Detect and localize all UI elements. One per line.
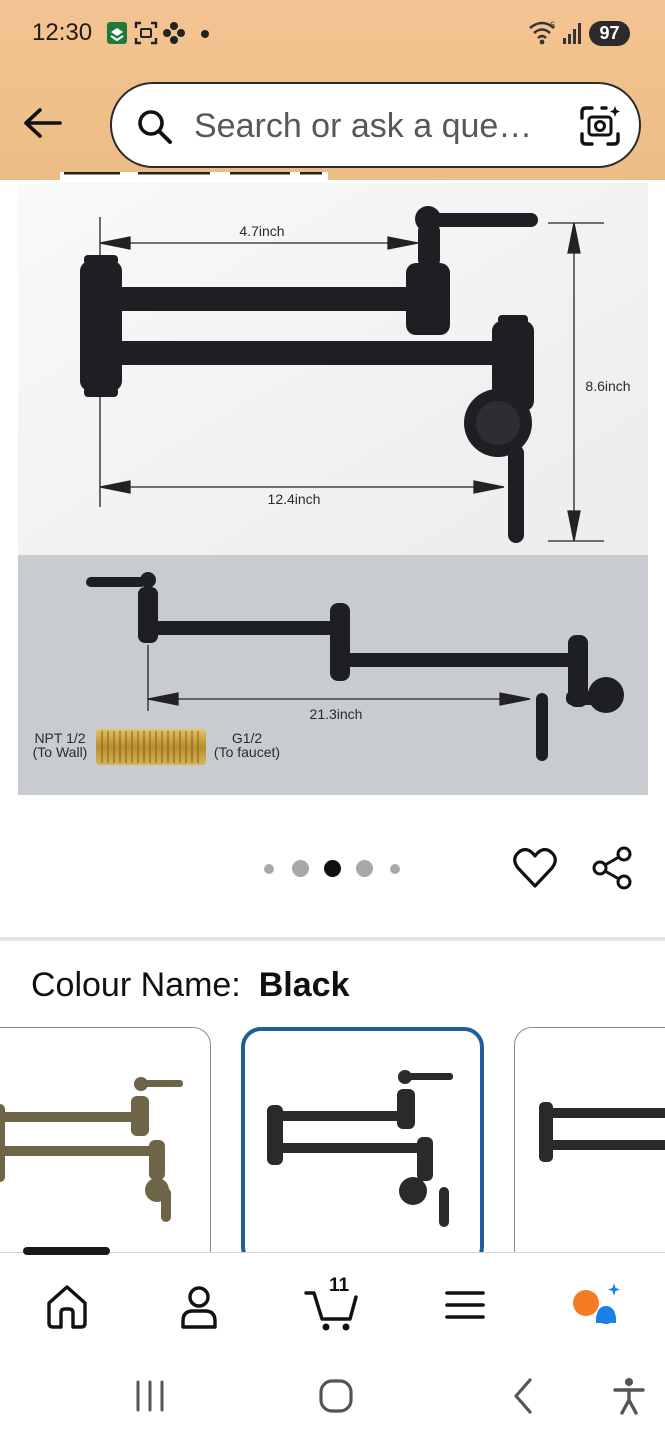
- dim-extended: 21.3inch: [310, 706, 363, 722]
- cart-count-badge: 11: [329, 1275, 350, 1296]
- heart-icon[interactable]: [512, 846, 558, 890]
- colour-value: Black: [258, 966, 350, 1004]
- adapter-left-sub: (To Wall): [33, 744, 88, 760]
- recent-apps-icon[interactable]: [130, 1378, 170, 1414]
- search-placeholder: Search or ask a que…: [194, 107, 533, 145]
- home-icon[interactable]: [37, 1275, 97, 1335]
- image-carousel-dots: [255, 852, 415, 886]
- swatch-image: [0, 1077, 183, 1222]
- battery-indicator: 97: [589, 21, 630, 46]
- carousel-dot-active[interactable]: [324, 860, 341, 877]
- back-icon[interactable]: [508, 1376, 538, 1416]
- colour-swatch-bronze[interactable]: [0, 1027, 211, 1267]
- adapter-right-sub: (To faucet): [214, 744, 280, 760]
- search-input[interactable]: Search or ask a que…: [110, 82, 641, 168]
- colour-name-row: Colour Name: Black: [31, 966, 349, 1005]
- wifi-icon: 6: [529, 20, 555, 45]
- screenshot-icon: [134, 21, 158, 45]
- colour-swatch-black-partial[interactable]: [514, 1027, 665, 1267]
- home-button-icon[interactable]: [316, 1376, 356, 1416]
- back-arrow-icon[interactable]: [20, 100, 66, 146]
- svg-text:6: 6: [550, 20, 555, 30]
- product-image[interactable]: 4.7inch 8.6inch 12.4inch 21.3inch NPT 1/…: [18, 183, 648, 795]
- account-icon[interactable]: [169, 1275, 229, 1335]
- colour-label: Colour Name:: [31, 966, 241, 1004]
- accessibility-icon[interactable]: [611, 1376, 647, 1416]
- carousel-dot[interactable]: [264, 864, 274, 874]
- app-notification-icon: [107, 22, 127, 44]
- status-time: 12:30: [32, 19, 93, 46]
- carousel-dot[interactable]: [390, 864, 400, 874]
- dim-lower-arm: 12.4inch: [268, 491, 321, 507]
- carousel-dot[interactable]: [292, 860, 309, 877]
- bottom-navigation: [0, 1247, 665, 1350]
- section-divider: [0, 937, 665, 941]
- flower-icon: [163, 22, 185, 44]
- menu-icon[interactable]: [435, 1275, 495, 1335]
- search-icon: [138, 110, 172, 144]
- rufus-icon[interactable]: [568, 1275, 628, 1335]
- swatch-image: [267, 1070, 453, 1227]
- status-bar: 12:30 6 97: [0, 0, 665, 70]
- brass-adapter: [96, 729, 206, 765]
- colour-swatch-black[interactable]: [241, 1027, 484, 1267]
- active-tab-indicator: [23, 1247, 110, 1255]
- dot-icon: [201, 30, 209, 38]
- share-icon[interactable]: [590, 845, 634, 891]
- camera-lens-icon[interactable]: [578, 104, 622, 148]
- swatch-image: [539, 1102, 665, 1162]
- dim-height: 8.6inch: [585, 378, 630, 394]
- dim-top-arm: 4.7inch: [239, 223, 284, 239]
- system-navigation-bar: [0, 1350, 665, 1440]
- signal-icon: [563, 23, 581, 44]
- app-header: 12:30 6 97 Search or ask a que…: [0, 0, 665, 180]
- carousel-dot[interactable]: [356, 860, 373, 877]
